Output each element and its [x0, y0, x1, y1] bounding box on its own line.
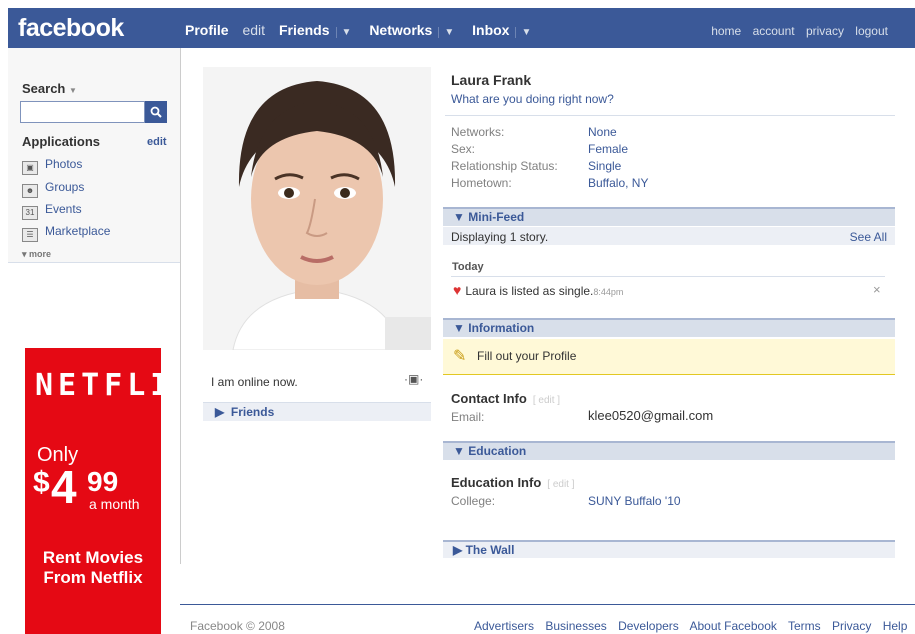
minifeed-subbar: Displaying 1 story. See All: [443, 227, 895, 245]
nav-profile-edit[interactable]: edit: [242, 22, 265, 38]
information-title: Information: [468, 321, 535, 335]
events-icon: 31: [22, 206, 38, 220]
applications-edit-link[interactable]: edit: [147, 136, 167, 148]
profile-name: Laura Frank: [451, 72, 532, 88]
expand-arrow-icon: ▶: [215, 405, 225, 419]
email-label: Email:: [451, 410, 485, 424]
ad-price-main: 4: [51, 461, 77, 513]
collapse-arrow-icon: ▼: [453, 444, 465, 458]
online-status: I am online now.: [211, 375, 298, 389]
divider: [445, 115, 895, 116]
fill-out-profile-link[interactable]: Fill out your Profile: [477, 349, 576, 363]
wall-header[interactable]: ▶ The Wall: [443, 540, 895, 558]
status-prompt[interactable]: What are you doing right now?: [451, 92, 614, 106]
footer-divider: [180, 604, 915, 605]
info-label-hometown: Hometown:: [451, 176, 512, 190]
fill-out-profile-banner[interactable]: ✎ Fill out your Profile: [443, 339, 895, 375]
friends-section-header[interactable]: ▶ Friends: [203, 402, 431, 421]
link-home[interactable]: home: [711, 24, 741, 38]
see-all-link[interactable]: See All: [850, 230, 887, 244]
email-value: klee0520@gmail.com: [588, 408, 714, 423]
college-value[interactable]: SUNY Buffalo '10: [588, 494, 681, 508]
info-value-hometown[interactable]: Buffalo, NY: [588, 176, 648, 190]
story-time: 8:44pm: [593, 287, 624, 297]
chevron-down-icon[interactable]: ▼: [69, 86, 77, 95]
footer-link-help[interactable]: Help: [883, 619, 908, 633]
collapse-arrow-icon: ▼: [453, 210, 465, 224]
pencil-icon: ✎: [453, 348, 467, 365]
nav-friends[interactable]: Friends: [279, 22, 330, 38]
account-links: home account privacy logout: [703, 24, 888, 38]
link-account[interactable]: account: [753, 24, 795, 38]
minifeed-title: Mini-Feed: [468, 210, 525, 224]
info-value-networks[interactable]: None: [588, 125, 617, 139]
footer-links: Advertisers Businesses Developers About …: [474, 619, 915, 633]
contact-info-heading: Contact Info[ edit ]: [451, 391, 561, 406]
nav-inbox[interactable]: Inbox: [472, 22, 509, 38]
feed-date-heading: Today: [452, 261, 484, 273]
sidebar-item-events[interactable]: 31 Events: [22, 202, 82, 220]
footer-link-advertisers[interactable]: Advertisers: [474, 619, 534, 633]
friends-toggle[interactable]: ▶ Friends: [215, 405, 274, 419]
profile-photo[interactable]: [203, 67, 431, 350]
ad-price-cents: 99: [87, 466, 119, 497]
ad-price-dollar: $: [33, 466, 50, 499]
chat-icon[interactable]: ·▣·: [404, 372, 423, 386]
footer-copyright: Facebook © 2008: [190, 619, 285, 633]
sidebar-item-photos[interactable]: ▣ Photos: [22, 157, 82, 175]
footer-link-privacy[interactable]: Privacy: [832, 619, 871, 633]
minifeed-count: Displaying 1 story.: [451, 230, 549, 244]
heart-icon: ♥: [453, 282, 462, 298]
photos-icon: ▣: [22, 161, 38, 175]
friends-dropdown-icon[interactable]: ▼: [335, 27, 352, 38]
nav-profile[interactable]: Profile: [185, 22, 229, 38]
ad-brand: NETFLIX: [35, 368, 197, 403]
minifeed-header[interactable]: ▼ Mini-Feed: [443, 207, 895, 226]
marketplace-icon: ☰: [22, 228, 38, 242]
footer-link-developers[interactable]: Developers: [618, 619, 679, 633]
sidebar-item-marketplace[interactable]: ☰ Marketplace: [22, 224, 110, 242]
link-privacy[interactable]: privacy: [806, 24, 844, 38]
top-nav-bar: facebook Profile edit Friends ▼ Networks ▼…: [8, 8, 915, 49]
search-label: Search ▼: [22, 81, 77, 96]
search-button[interactable]: [145, 101, 167, 123]
footer-link-about[interactable]: About Facebook: [689, 619, 776, 633]
education-header[interactable]: ▼ Education: [443, 441, 895, 460]
nav-networks[interactable]: Networks: [369, 22, 432, 38]
info-label-networks: Networks:: [451, 125, 505, 139]
info-value-sex[interactable]: Female: [588, 142, 628, 156]
applications-heading: Applications: [22, 134, 101, 149]
college-label: College:: [451, 494, 496, 508]
close-icon[interactable]: ×: [873, 282, 881, 297]
search-icon: [150, 106, 162, 118]
education-info-heading: Education Info[ edit ]: [451, 475, 575, 490]
profile-picture-image: [203, 67, 431, 350]
wall-title: The Wall: [465, 543, 515, 557]
more-apps-link[interactable]: ▾ more: [22, 249, 51, 260]
contact-edit-link[interactable]: [ edit ]: [533, 395, 560, 406]
groups-icon: ☻: [22, 184, 38, 198]
link-logout[interactable]: logout: [855, 24, 888, 38]
ad-tagline: Rent Movies From Netflix: [42, 548, 144, 587]
inbox-dropdown-icon[interactable]: ▼: [515, 27, 532, 38]
networks-dropdown-icon[interactable]: ▼: [438, 27, 455, 38]
facebook-logo[interactable]: facebook: [18, 14, 124, 43]
footer-link-businesses[interactable]: Businesses: [545, 619, 606, 633]
search-input[interactable]: [20, 101, 145, 123]
main-nav: Profile edit Friends ▼ Networks ▼ Inbox ▼: [185, 22, 545, 38]
sidebar-item-groups[interactable]: ☻ Groups: [22, 180, 84, 198]
feed-story: ♥ Laura is listed as single.8:44pm: [453, 282, 624, 298]
info-label-relationship: Relationship Status:: [451, 159, 558, 173]
divider: [451, 276, 885, 277]
education-edit-link[interactable]: [ edit ]: [547, 479, 574, 490]
expand-arrow-icon: ▶: [453, 543, 463, 557]
ad-per-month: a month: [89, 496, 140, 512]
information-header[interactable]: ▼ Information: [443, 318, 895, 337]
netflix-ad[interactable]: NETFLIX Only $ 4 99 a month Rent Movies F…: [25, 348, 191, 634]
footer-link-terms[interactable]: Terms: [788, 619, 821, 633]
education-title: Education: [468, 444, 527, 458]
info-value-relationship[interactable]: Single: [588, 159, 621, 173]
info-label-sex: Sex:: [451, 142, 476, 156]
collapse-arrow-icon: ▼: [453, 321, 465, 335]
